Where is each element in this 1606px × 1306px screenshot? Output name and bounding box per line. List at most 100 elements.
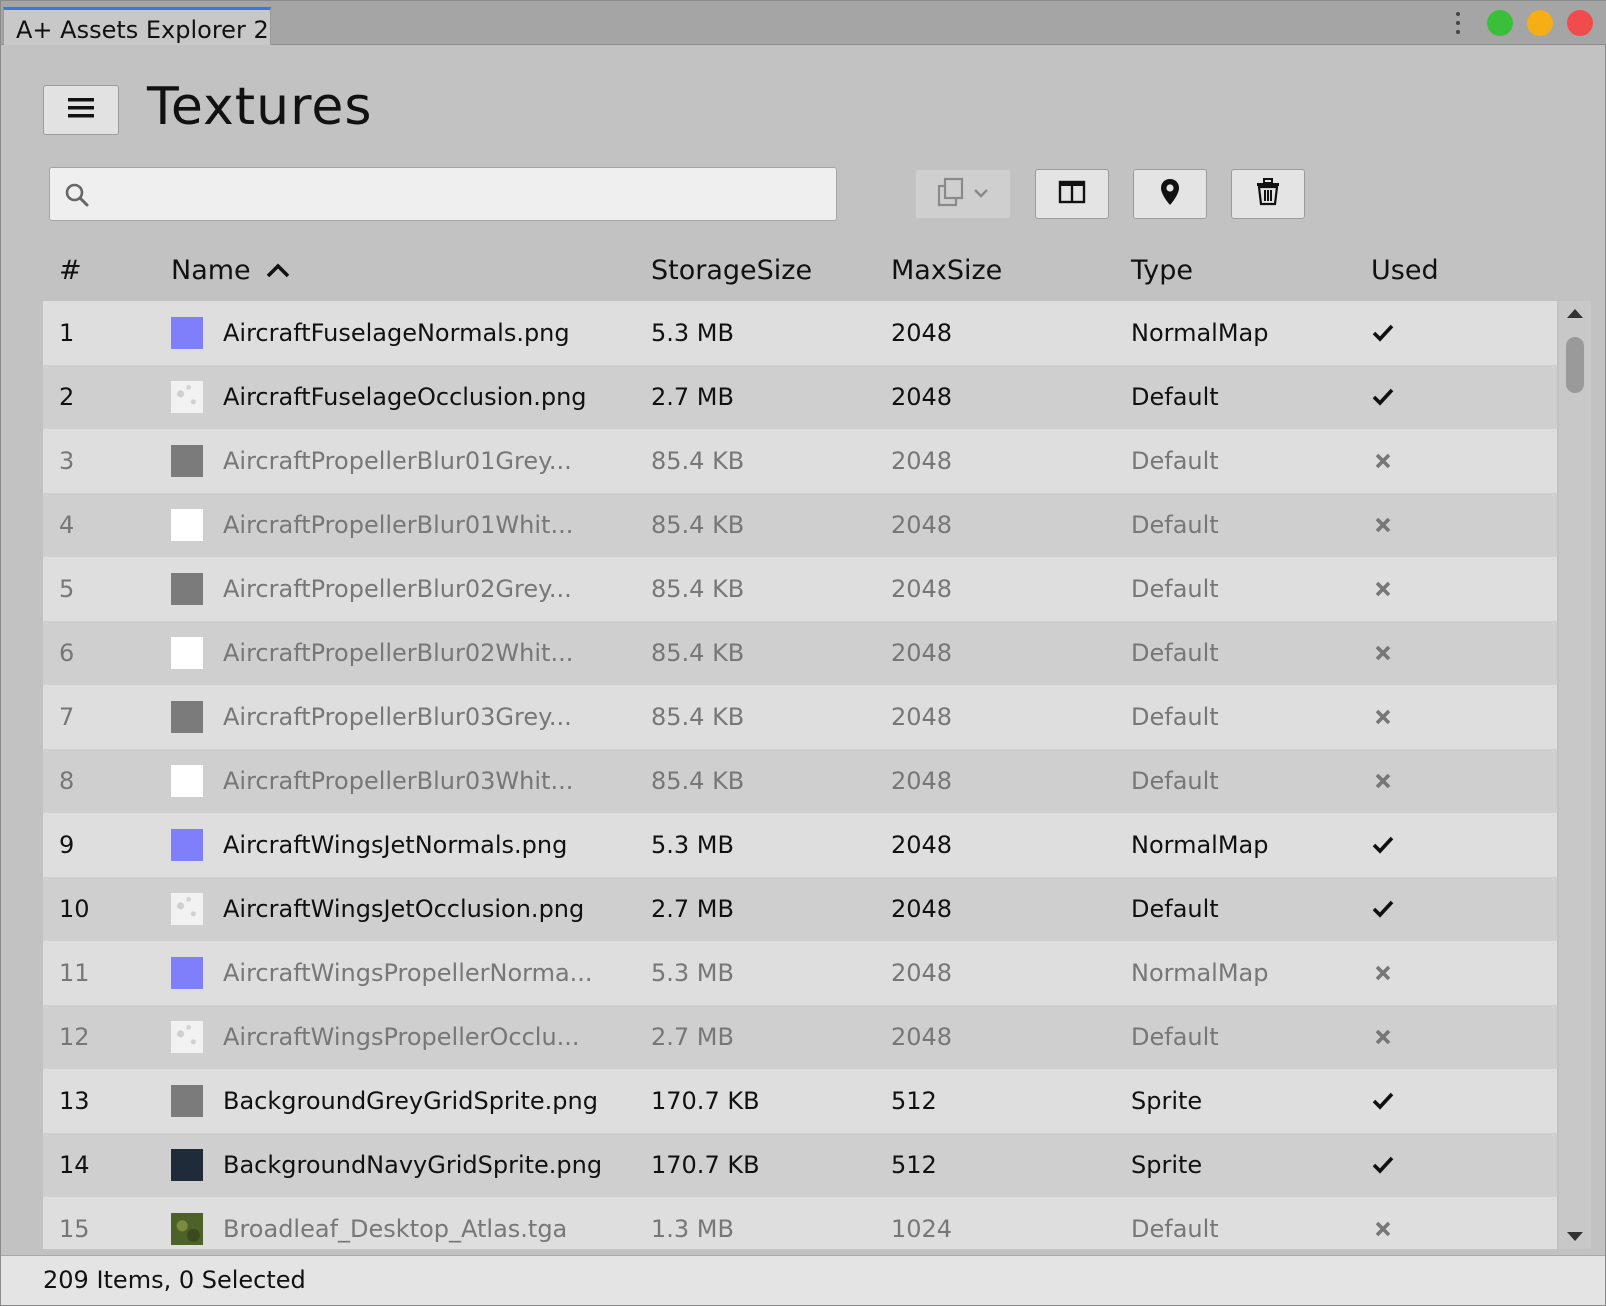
close-button[interactable] (1567, 10, 1593, 36)
texture-type: Default (1131, 447, 1219, 475)
checkmark-icon (1371, 1089, 1395, 1113)
storage-size: 170.7 KB (651, 1087, 760, 1115)
max-size: 2048 (891, 319, 953, 347)
table-row[interactable]: 5 AircraftPropellerBlur02Grey... 85.4 KB 20… (43, 557, 1557, 621)
delete-button[interactable] (1231, 169, 1305, 219)
row-number: 9 (59, 831, 75, 859)
texture-type: Default (1131, 383, 1219, 411)
column-header-storage-size[interactable]: StorageSize (651, 255, 812, 286)
search-field[interactable] (49, 167, 837, 221)
storage-size: 85.4 KB (651, 703, 745, 731)
row-number: 2 (59, 383, 75, 411)
column-header-name[interactable]: Name (171, 255, 291, 286)
asset-name: AircraftWingsJetNormals.png (223, 831, 568, 859)
search-icon (64, 182, 90, 208)
storage-size: 5.3 MB (651, 959, 734, 987)
texture-type: Default (1131, 703, 1219, 731)
texture-thumbnail (171, 509, 203, 541)
table-row[interactable]: 8 AircraftPropellerBlur03Whit... 85.4 KB 20… (43, 749, 1557, 813)
texture-type: Default (1131, 895, 1219, 923)
window-tab-bar: A+ Assets Explorer 2 (1, 1, 1606, 45)
table-row[interactable]: 9 AircraftWingsJetNormals.png 5.3 MB 2048 No… (43, 813, 1557, 877)
checkmark-icon (1371, 385, 1395, 409)
table-row[interactable]: 7 AircraftPropellerBlur03Grey... 85.4 KB 20… (43, 685, 1557, 749)
table-body: 1 AircraftFuselageNormals.png 5.3 MB 2048 No… (43, 301, 1557, 1249)
row-number: 6 (59, 639, 75, 667)
max-size: 2048 (891, 703, 953, 731)
row-number: 4 (59, 511, 75, 539)
scroll-up-arrow-icon[interactable] (1567, 309, 1583, 318)
search-input[interactable] (102, 176, 822, 212)
menu-button[interactable] (43, 85, 119, 135)
table-row[interactable]: 4 AircraftPropellerBlur01Whit... 85.4 KB 20… (43, 493, 1557, 557)
table-row[interactable]: 1 AircraftFuselageNormals.png 5.3 MB 2048 No… (43, 301, 1557, 365)
texture-type: NormalMap (1131, 959, 1269, 987)
texture-type: Default (1131, 639, 1219, 667)
asset-name: AircraftWingsPropellerOcclu... (223, 1023, 580, 1051)
row-number: 7 (59, 703, 75, 731)
texture-type: Default (1131, 767, 1219, 795)
assets-explorer-window: A+ Assets Explorer 2 Textures # Name Sto… (0, 0, 1606, 1306)
sort-ascending-icon (265, 255, 291, 286)
texture-thumbnail (171, 317, 203, 349)
table-row[interactable]: 14 BackgroundNavyGridSprite.png 170.7 KB 51… (43, 1133, 1557, 1197)
table-row[interactable]: 11 AircraftWingsPropellerNorma... 5.3 MB 20… (43, 941, 1557, 1005)
hamburger-icon (68, 97, 94, 123)
asset-name: AircraftWingsJetOcclusion.png (223, 895, 585, 923)
texture-type: Default (1131, 1215, 1219, 1243)
storage-size: 2.7 MB (651, 895, 734, 923)
row-number: 12 (59, 1023, 90, 1051)
cross-icon (1371, 769, 1395, 793)
table-row[interactable]: 6 AircraftPropellerBlur02Whit... 85.4 KB 20… (43, 621, 1557, 685)
scroll-down-arrow-icon[interactable] (1567, 1232, 1583, 1241)
asset-name: AircraftFuselageOcclusion.png (223, 383, 587, 411)
more-options-icon[interactable] (1453, 10, 1463, 36)
table-row[interactable]: 2 AircraftFuselageOcclusion.png 2.7 MB 2048… (43, 365, 1557, 429)
max-size: 2048 (891, 511, 953, 539)
columns-button[interactable] (1035, 169, 1109, 219)
texture-type: NormalMap (1131, 831, 1269, 859)
texture-type: Default (1131, 511, 1219, 539)
copy-dropdown-button[interactable] (915, 169, 1011, 219)
max-size: 2048 (891, 1023, 953, 1051)
max-size: 1024 (891, 1215, 953, 1243)
storage-size: 170.7 KB (651, 1151, 760, 1179)
table-row[interactable]: 3 AircraftPropellerBlur01Grey... 85.4 KB 20… (43, 429, 1557, 493)
row-number: 1 (59, 319, 75, 347)
window-controls (1453, 10, 1593, 36)
max-size: 2048 (891, 767, 953, 795)
cross-icon (1371, 1025, 1395, 1049)
texture-thumbnail (171, 765, 203, 797)
storage-size: 85.4 KB (651, 511, 745, 539)
column-header-max-size[interactable]: MaxSize (891, 255, 1002, 286)
texture-type: Default (1131, 575, 1219, 603)
column-header-used[interactable]: Used (1371, 255, 1439, 286)
checkmark-icon (1371, 1153, 1395, 1177)
texture-thumbnail (171, 1213, 203, 1245)
table-row[interactable]: 15 Broadleaf_Desktop_Atlas.tga 1.3 MB 1024 D… (43, 1197, 1557, 1249)
locate-button[interactable] (1133, 169, 1207, 219)
column-header-type[interactable]: Type (1131, 255, 1193, 286)
window-tab[interactable]: A+ Assets Explorer 2 (3, 7, 271, 45)
vertical-scrollbar[interactable] (1559, 301, 1591, 1249)
minimize-button[interactable] (1527, 10, 1553, 36)
asset-name: AircraftFuselageNormals.png (223, 319, 570, 347)
table-row[interactable]: 13 BackgroundGreyGridSprite.png 170.7 KB 51… (43, 1069, 1557, 1133)
maximize-button[interactable] (1487, 10, 1513, 36)
texture-thumbnail (171, 381, 203, 413)
row-number: 5 (59, 575, 75, 603)
texture-type: NormalMap (1131, 319, 1269, 347)
cross-icon (1371, 449, 1395, 473)
row-number: 11 (59, 959, 90, 987)
asset-name: AircraftPropellerBlur01Whit... (223, 511, 574, 539)
texture-thumbnail (171, 1085, 203, 1117)
storage-size: 1.3 MB (651, 1215, 734, 1243)
table-row[interactable]: 10 AircraftWingsJetOcclusion.png 2.7 MB 204… (43, 877, 1557, 941)
table-row[interactable]: 12 AircraftWingsPropellerOcclu... 2.7 MB 20… (43, 1005, 1557, 1069)
max-size: 2048 (891, 959, 953, 987)
row-number: 14 (59, 1151, 90, 1179)
scrollbar-thumb[interactable] (1566, 337, 1584, 393)
column-header-number[interactable]: # (59, 255, 82, 286)
column-header-name-label: Name (171, 255, 251, 286)
storage-size: 85.4 KB (651, 767, 745, 795)
